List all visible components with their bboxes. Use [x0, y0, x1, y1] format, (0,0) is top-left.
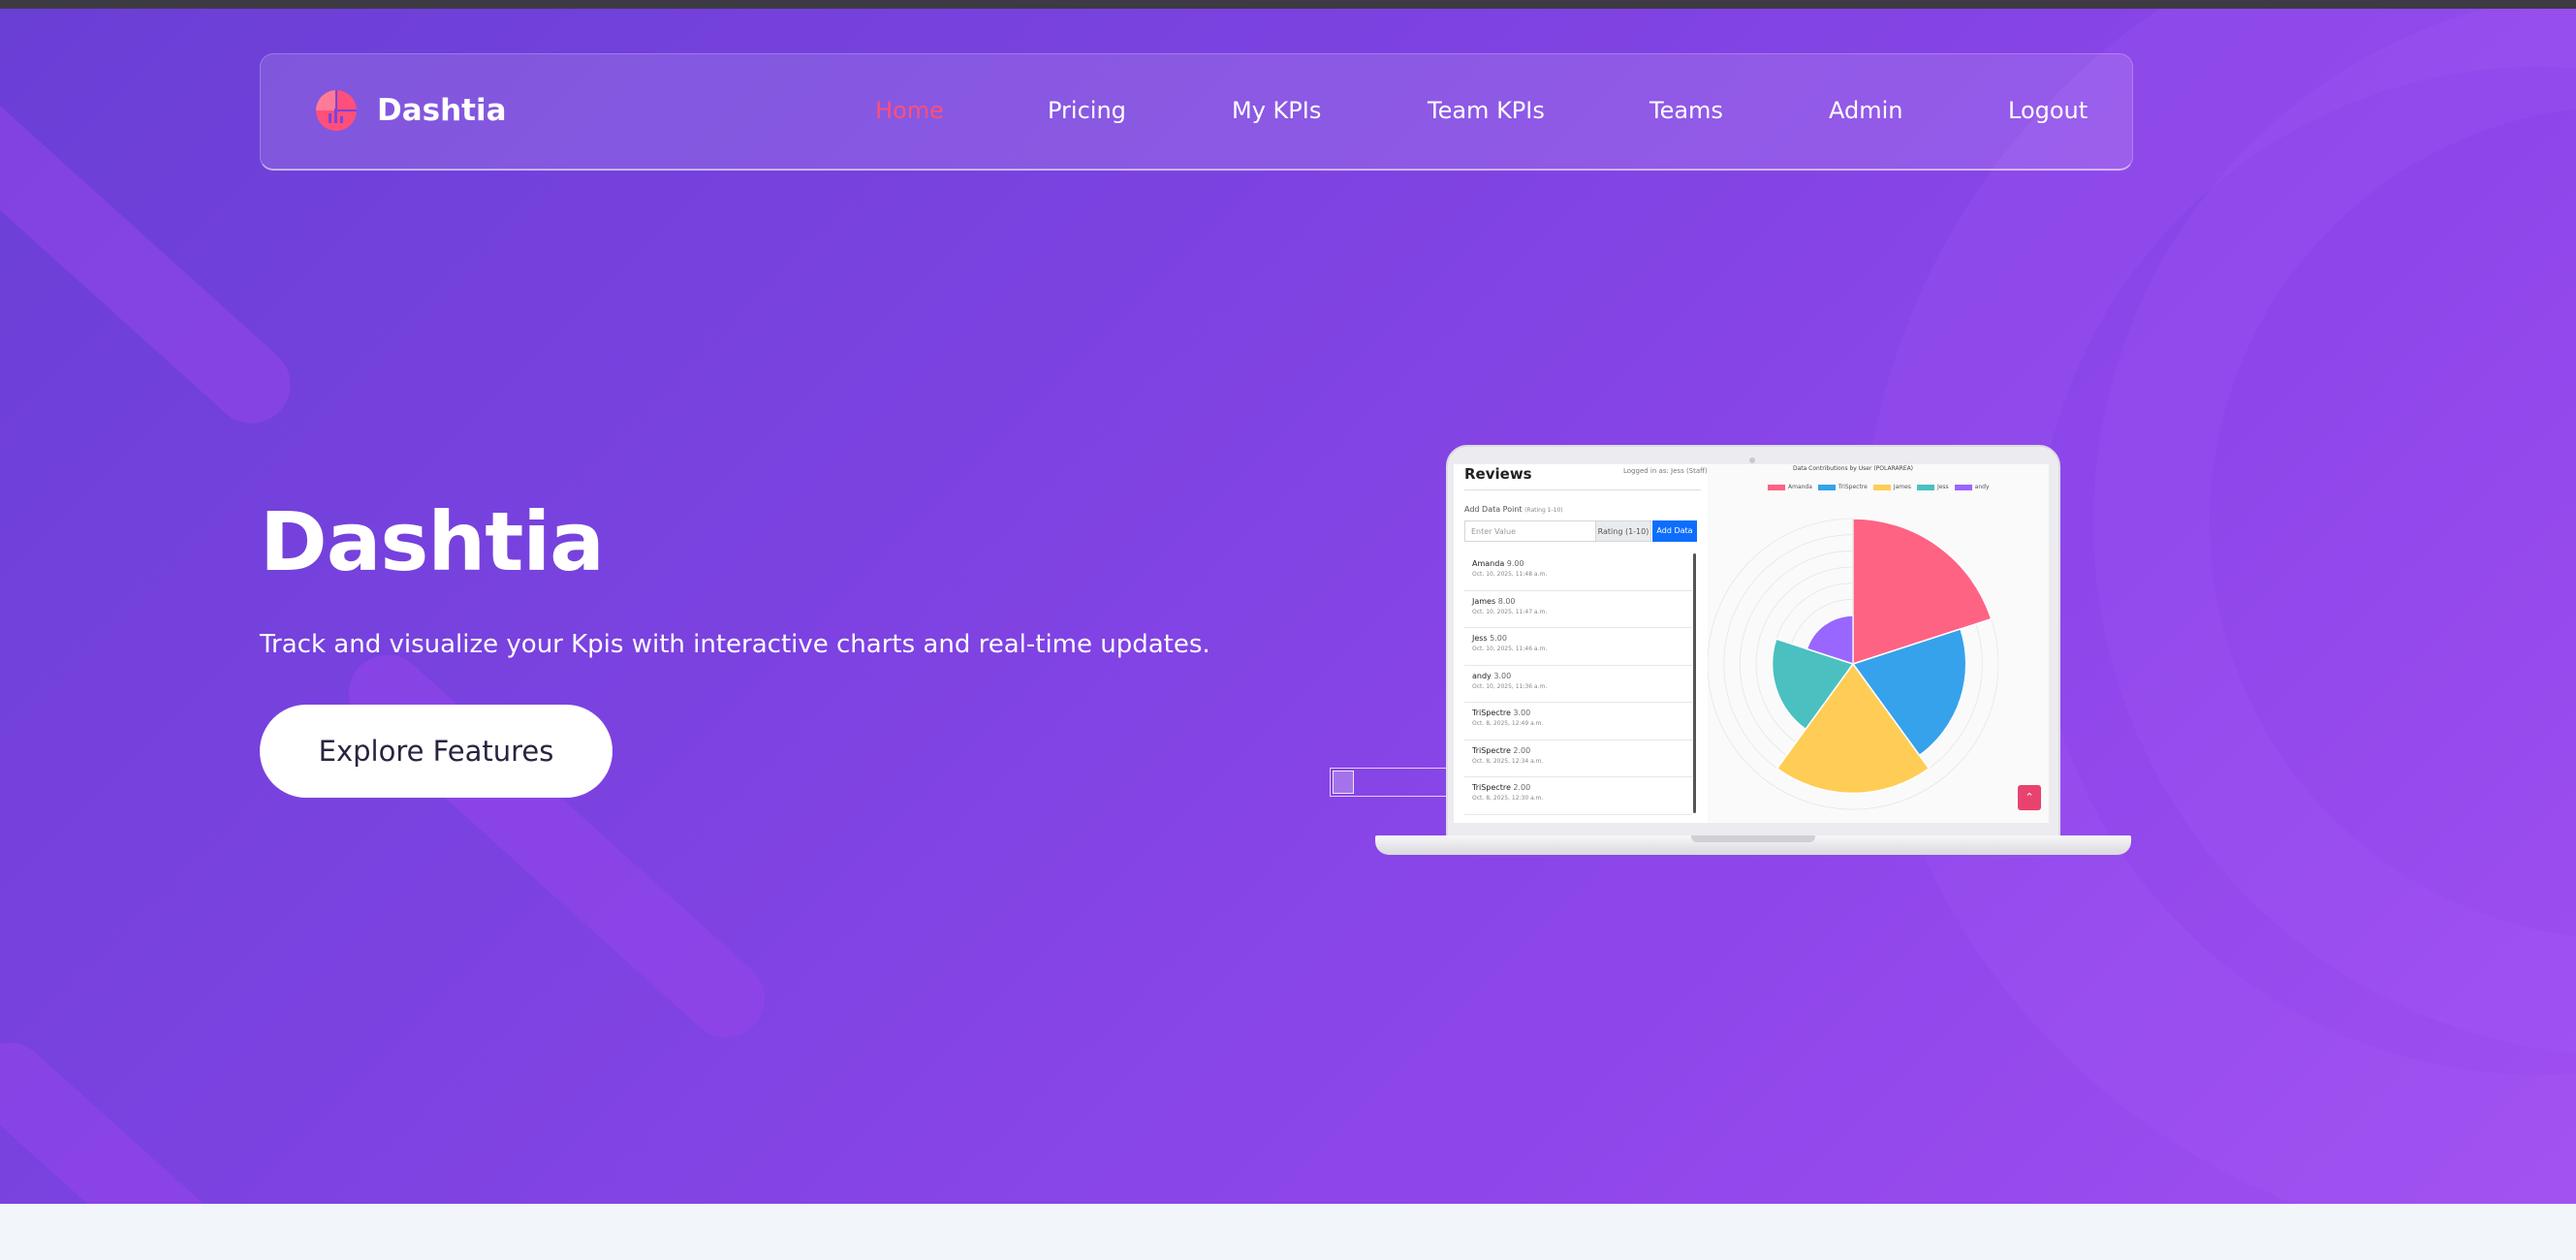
- list-item: James 8.00 Oct. 10, 2025, 11:47 a.m.: [1464, 591, 1692, 628]
- legend-label: Amanda: [1788, 484, 1812, 490]
- broken-image-placeholder: [1330, 768, 1450, 797]
- nav-team-kpis[interactable]: Team KPIs: [1428, 97, 1545, 124]
- main-navbar: Dashtia Home Pricing My KPIs Team KPIs T…: [260, 53, 2133, 171]
- legend-item: Amanda: [1768, 484, 1812, 490]
- polar-area-chart: [1708, 518, 1998, 810]
- laptop-notch: [1691, 835, 1815, 842]
- legend-label: James: [1893, 484, 1911, 490]
- legend-item: Jess: [1916, 484, 1949, 490]
- legend-label: Jess: [1936, 484, 1949, 490]
- add-data-button: Add Data: [1652, 520, 1697, 542]
- entry-name-value: andy 3.00: [1472, 671, 1512, 680]
- entry-name-value: TriSpectre 2.00: [1472, 783, 1531, 792]
- legend-label: TriSpectre: [1838, 484, 1868, 490]
- broken-image-icon: [1333, 771, 1354, 794]
- legend-swatch: [1916, 484, 1934, 490]
- legend-swatch: [1768, 484, 1785, 490]
- list-item: TriSpectre 3.00 Oct. 8, 2025, 12:49 a.m.: [1464, 703, 1692, 740]
- next-section-strip: [0, 1204, 2576, 1260]
- legend-swatch: [1817, 484, 1836, 490]
- entry-date: Oct. 10, 2025, 11:36 a.m.: [1472, 682, 1548, 690]
- value-input: Enter Value: [1464, 520, 1596, 542]
- chart-title: Data Contributions by User (POLARAREA): [1792, 465, 1914, 472]
- entry-date: Oct. 10, 2025, 11:46 a.m.: [1472, 646, 1548, 652]
- legend-swatch: [1872, 484, 1891, 490]
- entry-name-value: Amanda 9.00: [1472, 559, 1524, 568]
- entry-date: Oct. 10, 2025, 11:47 a.m.: [1472, 608, 1548, 615]
- list-item: TriSpectre 2.00 Oct. 8, 2025, 12:30 a.m.: [1464, 777, 1692, 815]
- decorative-stripe: [332, 639, 781, 1054]
- legend-item: TriSpectre: [1817, 484, 1868, 490]
- legend-item: andy: [1954, 484, 1990, 490]
- legend-label: andy: [1974, 484, 1990, 490]
- entry-date: Oct. 10, 2025, 11:48 a.m.: [1472, 571, 1548, 578]
- nav-my-kpis[interactable]: My KPIs: [1232, 97, 1321, 124]
- entry-name-value: James 8.00: [1472, 596, 1516, 606]
- list-item: Jess 5.00 Oct. 10, 2025, 11:46 a.m.: [1464, 628, 1692, 666]
- hero-section: [0, 9, 2576, 1204]
- reviews-title: Reviews: [1464, 465, 1532, 483]
- polar-chart-panel: Data Contributions by User (POLARAREA) A…: [1708, 464, 2049, 823]
- list-scrollbar: [1693, 553, 1696, 813]
- chevron-up-icon: ⌃: [2018, 785, 2041, 810]
- hero-title: Dashtia: [260, 494, 605, 589]
- entries-list: Amanda 9.00 Oct. 10, 2025, 11:48 a.m. Jame…: [1464, 553, 1692, 815]
- list-item: TriSpectre 2.00 Oct. 8, 2025, 12:34 a.m.: [1464, 740, 1692, 777]
- list-item: Amanda 9.00 Oct. 10, 2025, 11:48 a.m.: [1464, 553, 1692, 591]
- nav-teams[interactable]: Teams: [1649, 97, 1723, 124]
- nav-links: Home Pricing My KPIs Team KPIs Teams Adm…: [261, 54, 2132, 172]
- chart-legend: Amanda TriSpectre James Jess andy: [1768, 484, 1990, 490]
- logged-in-label: Logged in as: Jess (Staff): [1623, 467, 1708, 475]
- browser-top-strip: [0, 0, 2576, 9]
- explore-features-button[interactable]: Explore Features: [260, 705, 613, 798]
- laptop-screen: Reviews Logged in as: Jess (Staff) Add D…: [1454, 464, 2049, 823]
- decorative-stripe: [0, 1026, 237, 1204]
- reviews-panel: Reviews Logged in as: Jess (Staff) Add D…: [1454, 464, 1708, 823]
- legend-item: James: [1872, 484, 1911, 490]
- entry-date: Oct. 8, 2025, 12:49 a.m.: [1472, 720, 1544, 727]
- nav-admin[interactable]: Admin: [1829, 97, 1903, 124]
- nav-logout[interactable]: Logout: [2008, 97, 2088, 124]
- hero-subtitle: Track and visualize your Kpis with inter…: [260, 630, 1210, 659]
- legend-swatch: [1954, 484, 1972, 490]
- entry-date: Oct. 8, 2025, 12:30 a.m.: [1472, 795, 1544, 802]
- entry-name-value: TriSpectre 3.00: [1472, 709, 1531, 717]
- entry-date: Oct. 8, 2025, 12:34 a.m.: [1472, 757, 1544, 765]
- entry-name-value: TriSpectre 2.00: [1472, 745, 1531, 755]
- entry-name-value: Jess 5.00: [1472, 634, 1507, 643]
- rating-label: Rating (1-10): [1595, 520, 1651, 542]
- add-data-point-label: Add Data Point (Rating 1-10): [1464, 505, 1563, 514]
- nav-home[interactable]: Home: [875, 97, 944, 124]
- divider: [1464, 489, 1701, 490]
- list-item: andy 3.00 Oct. 10, 2025, 11:36 a.m.: [1464, 666, 1692, 703]
- nav-pricing[interactable]: Pricing: [1048, 97, 1126, 124]
- laptop-camera: [1749, 457, 1755, 463]
